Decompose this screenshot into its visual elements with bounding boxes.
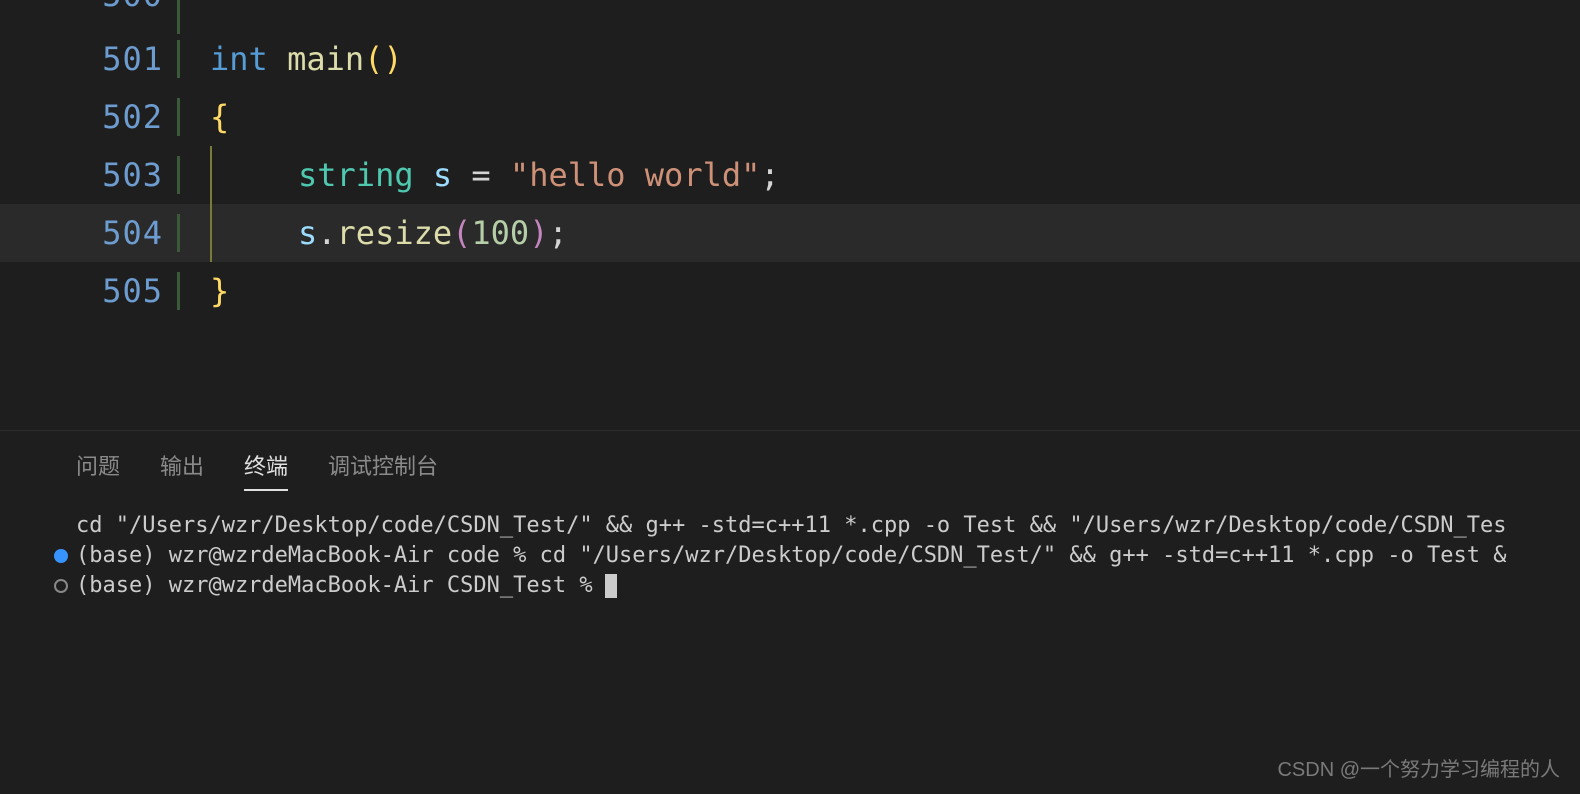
tab-terminal[interactable]: 终端 bbox=[244, 449, 288, 491]
code-line: 503 string s = "hello world"; bbox=[0, 146, 1580, 204]
token-type: string bbox=[298, 156, 414, 194]
terminal-line: cd "/Users/wzr/Desktop/code/CSDN_Test/" … bbox=[76, 511, 1580, 541]
status-dot-icon bbox=[54, 549, 68, 563]
bottom-panel: 问题 输出 终端 调试控制台 cd "/Users/wzr/Desktop/co… bbox=[0, 430, 1580, 794]
terminal-cursor-icon bbox=[605, 574, 617, 598]
watermark: CSDN @一个努力学习编程的人 bbox=[1277, 753, 1560, 782]
token-paren: ( bbox=[452, 214, 471, 252]
indent-guide bbox=[210, 204, 212, 262]
token-variable: s bbox=[298, 214, 317, 252]
line-number: 503 bbox=[102, 156, 163, 194]
line-number-gutter: 504 bbox=[0, 214, 180, 252]
token-paren: ) bbox=[383, 40, 402, 78]
terminal-text: (base) wzr@wzrdeMacBook-Air CSDN_Test % bbox=[76, 571, 593, 601]
code-line: 502 { bbox=[0, 88, 1580, 146]
status-dot-outline-icon bbox=[54, 579, 68, 593]
token-variable: s bbox=[433, 156, 452, 194]
terminal-line: (base) wzr@wzrdeMacBook-Air code % cd "/… bbox=[76, 541, 1580, 571]
line-number: 501 bbox=[102, 40, 163, 78]
code-line: 501 int main() bbox=[0, 30, 1580, 88]
indent-guide bbox=[210, 146, 212, 204]
code-content: } bbox=[180, 272, 229, 310]
line-number: 500 bbox=[102, 0, 163, 14]
line-number-gutter: 503 bbox=[0, 156, 180, 194]
token-dot: . bbox=[317, 214, 336, 252]
line-number-gutter: 500 bbox=[0, 0, 180, 34]
token-brace: } bbox=[210, 272, 229, 310]
terminal-line: (base) wzr@wzrdeMacBook-Air CSDN_Test % bbox=[76, 571, 1580, 601]
code-line: 505 } bbox=[0, 262, 1580, 320]
token-paren: ) bbox=[529, 214, 548, 252]
code-editor[interactable]: 500 501 int main() 502 { 503 string s = … bbox=[0, 0, 1580, 320]
token-brace: { bbox=[210, 98, 229, 136]
token-semicolon: ; bbox=[760, 156, 779, 194]
line-number: 504 bbox=[102, 214, 163, 252]
token-string: "hello world" bbox=[510, 156, 760, 194]
code-content: string s = "hello world"; bbox=[180, 146, 780, 204]
token-keyword: int bbox=[210, 40, 268, 78]
tab-output[interactable]: 输出 bbox=[160, 449, 204, 491]
token-function: resize bbox=[337, 214, 453, 252]
terminal[interactable]: cd "/Users/wzr/Desktop/code/CSDN_Test/" … bbox=[0, 491, 1580, 601]
line-number-gutter: 501 bbox=[0, 40, 180, 78]
tab-problems[interactable]: 问题 bbox=[76, 449, 120, 491]
token-number: 100 bbox=[471, 214, 529, 252]
code-line-current: 504 s.resize(100); bbox=[0, 204, 1580, 262]
terminal-text: cd "/Users/wzr/Desktop/code/CSDN_Test/" … bbox=[76, 511, 1506, 541]
code-content: s.resize(100); bbox=[180, 204, 568, 262]
token-semicolon: ; bbox=[548, 214, 567, 252]
panel-tabs: 问题 输出 终端 调试控制台 bbox=[0, 449, 1580, 491]
token-function: main bbox=[287, 40, 364, 78]
code-content: int main() bbox=[180, 40, 403, 78]
terminal-text: (base) wzr@wzrdeMacBook-Air code % cd "/… bbox=[76, 541, 1506, 571]
code-line: 500 bbox=[0, 0, 1580, 30]
line-number-gutter: 502 bbox=[0, 98, 180, 136]
code-content: { bbox=[180, 98, 229, 136]
token-paren: ( bbox=[364, 40, 383, 78]
line-number-gutter: 505 bbox=[0, 272, 180, 310]
tab-debug-console[interactable]: 调试控制台 bbox=[328, 449, 438, 491]
line-number: 505 bbox=[102, 272, 163, 310]
line-number: 502 bbox=[102, 98, 163, 136]
token-operator: = bbox=[452, 156, 510, 194]
